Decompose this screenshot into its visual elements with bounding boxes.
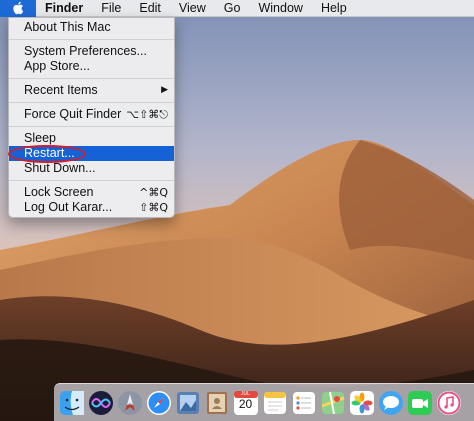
menu-item-label: Force Quit Finder xyxy=(24,107,122,121)
menu-item-label: About This Mac xyxy=(24,20,111,34)
submenu-arrow-icon: ▶ xyxy=(161,85,168,95)
menu-finder[interactable]: Finder xyxy=(36,0,92,17)
menu-file[interactable]: File xyxy=(92,0,130,17)
itunes-icon[interactable] xyxy=(435,389,462,416)
menu-separator xyxy=(9,39,174,40)
menu-item-about-this-mac[interactable]: About This Mac xyxy=(9,20,174,35)
apple-menu-dropdown: About This Mac System Preferences... App… xyxy=(8,17,175,218)
menu-bar: Finder File Edit View Go Window Help xyxy=(0,0,474,17)
menu-window[interactable]: Window xyxy=(249,0,311,17)
apple-logo-icon xyxy=(13,1,24,15)
menu-item-shortcut: ⌥⇧⌘⎋ xyxy=(126,108,168,121)
menu-separator xyxy=(9,78,174,79)
menu-item-app-store[interactable]: App Store... xyxy=(9,59,174,74)
finder-icon[interactable] xyxy=(58,389,85,416)
menu-item-force-quit[interactable]: Force Quit Finder ⌥⇧⌘⎋ xyxy=(9,107,174,122)
menu-help[interactable]: Help xyxy=(312,0,356,17)
menu-separator xyxy=(9,180,174,181)
menu-item-label: System Preferences... xyxy=(24,44,147,58)
photo-booth-icon[interactable] xyxy=(174,389,201,416)
reminders-icon[interactable] xyxy=(290,389,317,416)
menu-separator xyxy=(9,126,174,127)
menu-item-label: App Store... xyxy=(24,59,91,73)
messages-icon[interactable] xyxy=(377,389,404,416)
calendar-day-label: 20 xyxy=(238,397,253,411)
photos-icon[interactable] xyxy=(348,389,375,416)
menu-item-label: Log Out Karar... xyxy=(24,200,113,214)
menu-item-lock-screen[interactable]: Lock Screen ^⌘Q xyxy=(9,185,174,200)
menu-item-shortcut: ⇧⌘Q xyxy=(139,201,168,214)
siri-icon[interactable] xyxy=(87,389,114,416)
menu-item-label: Shut Down... xyxy=(24,161,96,175)
menu-go[interactable]: Go xyxy=(215,0,250,17)
menu-view[interactable]: View xyxy=(170,0,215,17)
menu-item-label: Recent Items xyxy=(24,83,98,97)
maps-icon[interactable] xyxy=(319,389,346,416)
menu-item-shortcut: ^⌘Q xyxy=(139,186,168,199)
menu-item-label: Sleep xyxy=(24,131,56,145)
facetime-icon[interactable] xyxy=(406,389,433,416)
calendar-icon[interactable]: JUL 20 xyxy=(232,389,259,416)
safari-icon[interactable] xyxy=(145,389,172,416)
notes-icon[interactable] xyxy=(261,389,288,416)
menu-edit[interactable]: Edit xyxy=(130,0,170,17)
menu-item-label: Lock Screen xyxy=(24,185,94,199)
menu-separator xyxy=(9,102,174,103)
apple-menu-button[interactable] xyxy=(0,0,36,17)
menu-item-shut-down[interactable]: Shut Down... xyxy=(9,161,174,176)
launchpad-icon[interactable] xyxy=(116,389,143,416)
menu-item-recent-items[interactable]: Recent Items ▶ xyxy=(9,83,174,98)
menu-item-log-out[interactable]: Log Out Karar... ⇧⌘Q xyxy=(9,200,174,215)
dock: JUL 20 xyxy=(54,383,474,421)
highlight-ring-annotation xyxy=(8,145,86,163)
menu-item-sleep[interactable]: Sleep xyxy=(9,131,174,146)
contacts-icon[interactable] xyxy=(203,389,230,416)
menu-item-system-preferences[interactable]: System Preferences... xyxy=(9,44,174,59)
